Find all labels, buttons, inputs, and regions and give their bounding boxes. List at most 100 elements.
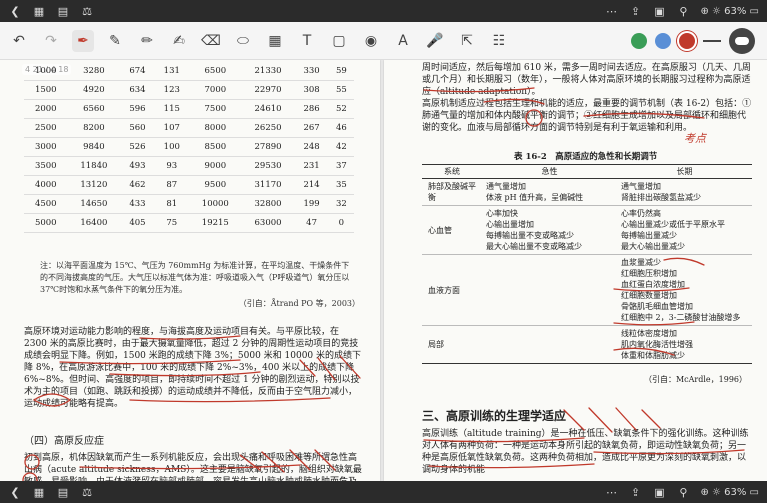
color-green[interactable] [631, 32, 647, 49]
eraser-icon[interactable]: ⌫ [200, 30, 222, 52]
acute-item: 每搏输出量不变或略减少 [486, 231, 574, 240]
table-row: 血液方面 血浆量减少 红细胞压积增加 血红蛋白浓度增加 红细胞数量增加 骨骼肌毛细血管增加… [422, 255, 752, 326]
save-icon[interactable]: ▣ [652, 4, 666, 18]
acute-cell: 通气量增加 体液 pH 值升高，呈偏碱性 [482, 179, 617, 205]
grid-icon[interactable]: ▦ [32, 485, 46, 499]
chronic-item: 心率仍然高 [621, 209, 661, 218]
table-cell: 4500 [24, 194, 68, 214]
system-cell: 心血管 [428, 225, 452, 235]
chronic-item: 血红蛋白浓度增加 [621, 280, 685, 289]
table-row: 3000 9840 526 100 8500 27890 248 42 [24, 137, 354, 157]
adaptation-table: 系统 急性 长期 肺部及酸碱平衡 通气量增加 体液 pH 值升高，呈偏碱性 通气量增加… [422, 164, 752, 364]
paragraph-adaptation-intro: 周时间适应，然后每增加 610 米，需多一周时间去适应。在高原服习（几天、几周或… [422, 63, 751, 97]
table-cell: 63000 [241, 213, 295, 233]
table-16-2-title: 表 16-2 高原适应的急性和长期调节 [514, 152, 658, 162]
document-icon[interactable]: ▤ [56, 4, 70, 18]
select-icon[interactable]: ⇱ [456, 30, 478, 52]
chronic-cell: 线粒体密度增加 肌内氧化酶活性增强 体重和体脂肪减少 [617, 326, 752, 363]
status-bar-bottom: ❮ ▦ ▤ ⚖ ⋯ ⇪ ▣ ⚲ ⊕ ☼ 63% ▭ [0, 481, 767, 503]
chronic-item: 红细胞数量增加 [621, 291, 677, 300]
table-citation: （引自：Åtrand PO 等，2003） [238, 299, 360, 308]
marker-icon[interactable]: ✍ [168, 30, 190, 52]
table-cell: 286 [294, 99, 329, 119]
back-icon[interactable]: ❮ [8, 4, 22, 18]
table-cell: 11840 [67, 156, 121, 176]
grid-icon[interactable]: ▦ [32, 4, 46, 18]
pencil-icon[interactable]: ✎ [104, 30, 126, 52]
lasso-icon[interactable]: ⬭ [232, 30, 254, 52]
shape-icon[interactable]: ▢ [328, 30, 350, 52]
table-cell: 526 [120, 137, 155, 157]
translate-icon[interactable]: ☷ [488, 30, 510, 52]
table-cell: 7000 [188, 80, 242, 100]
image-icon[interactable]: ▦ [264, 30, 286, 52]
chronic-item: 线粒体密度增加 [621, 329, 677, 338]
table-cell: 674 [120, 62, 155, 81]
section-heading-altitude-sickness: （四）高原反应症 [24, 436, 104, 447]
acute-item: 通气量增加 [486, 182, 526, 191]
table-row: 3500 11840 493 93 9000 29530 231 37 [24, 156, 354, 176]
table-cell: 330 [294, 62, 329, 81]
share-icon[interactable]: ⇪ [628, 485, 642, 499]
table-cell: 0 [328, 213, 354, 233]
system-cell: 血液方面 [428, 285, 460, 295]
table-cell: 87 [154, 175, 189, 195]
microphone-icon[interactable]: 🎤 [424, 30, 446, 52]
table-cell: 32800 [241, 194, 295, 214]
table-row: 1500 4920 634 123 7000 22970 308 55 [24, 80, 354, 100]
tape-icon[interactable]: ◉ [360, 30, 382, 52]
thin-line-option[interactable] [703, 39, 721, 42]
document-icon[interactable]: ▤ [56, 485, 70, 499]
header-chronic: 长期 [676, 167, 693, 176]
document-canvas[interactable]: 4 21 / 4 18 1000 3280 674 131 6500 21330 330 59… [0, 60, 767, 481]
table-cell: 596 [120, 99, 155, 119]
share-icon[interactable]: ⇪ [628, 4, 642, 18]
redo-icon[interactable]: ↷ [40, 30, 62, 52]
back-icon[interactable]: ❮ [8, 485, 22, 499]
table-cell: 37 [328, 156, 354, 176]
chronic-item: 心输出量减少或低于平原水平 [621, 220, 725, 229]
table-cell: 231 [294, 156, 329, 176]
save-icon[interactable]: ▣ [652, 485, 666, 499]
table-cell: 3500 [24, 156, 68, 176]
acute-item: 心输出量增加 [486, 220, 534, 229]
chronic-item: 最大心输出量减少 [621, 242, 685, 251]
search-icon[interactable]: ⚲ [676, 485, 690, 499]
pen-icon[interactable]: ✒ [72, 29, 94, 52]
table-cell: 22970 [241, 80, 295, 100]
handwritten-note: 考点 [684, 132, 706, 145]
bookmark-icon[interactable]: ⚖ [80, 4, 94, 18]
table-row: 肺部及酸碱平衡 通气量增加 体液 pH 值升高，呈偏碱性 通气量增加 肾脏排出碳酸氢盐减… [422, 179, 752, 206]
acute-item: 心率加快 [486, 209, 518, 218]
highlighter-icon[interactable]: ✏ [136, 30, 158, 52]
table-cell: 248 [294, 137, 329, 157]
system-cell: 肺部及酸碱平衡 [428, 182, 476, 202]
table-cell: 115 [154, 99, 189, 119]
table-cell: 47 [294, 213, 329, 233]
paragraph-altitude-sickness: 初到高原，机体因缺氧而产生一系列机能反应，会出现头痛和呼吸困难等所谓急性高山病（… [24, 453, 362, 481]
table-cell: 308 [294, 80, 329, 100]
search-icon[interactable]: ⚲ [676, 4, 690, 18]
toolbar-toggle-icon[interactable] [729, 27, 755, 54]
undo-icon[interactable]: ↶ [8, 30, 30, 52]
text-box-icon[interactable]: T [296, 30, 318, 52]
table-cell: 27890 [241, 137, 295, 157]
color-red[interactable] [679, 32, 695, 49]
menu-more-icon[interactable]: ⋯ [604, 485, 618, 499]
menu-more-icon[interactable]: ⋯ [604, 4, 618, 18]
table-cell: 10000 [188, 194, 242, 214]
table-cell: 32 [328, 194, 354, 214]
table-cell: 560 [120, 118, 155, 138]
right-page: 周时间适应，然后每增加 610 米，需多一周时间去适应。在高原服习（几天、几周或… [384, 60, 767, 481]
table-cell: 493 [120, 156, 155, 176]
table-note: 注：以海平面温度为 15℃、气压为 760mmHg 为标准计算，在平均温度、干燥… [40, 261, 350, 294]
text-icon[interactable]: A [392, 30, 414, 52]
color-blue[interactable] [655, 32, 671, 49]
table-cell: 75 [154, 213, 189, 233]
table-cell: 59 [328, 62, 354, 81]
system-cell: 局部 [428, 340, 444, 349]
bookmark-icon[interactable]: ⚖ [80, 485, 94, 499]
table-cell: 3000 [24, 137, 68, 157]
status-indicators: ⊕ ☼ 63% ▭ [700, 5, 759, 17]
paragraph-adaptation-mechanism: 高原机制适应过程包括生理和机能的适应，最重要的调节机制（表 16-2）包括：①肺… [422, 99, 752, 133]
